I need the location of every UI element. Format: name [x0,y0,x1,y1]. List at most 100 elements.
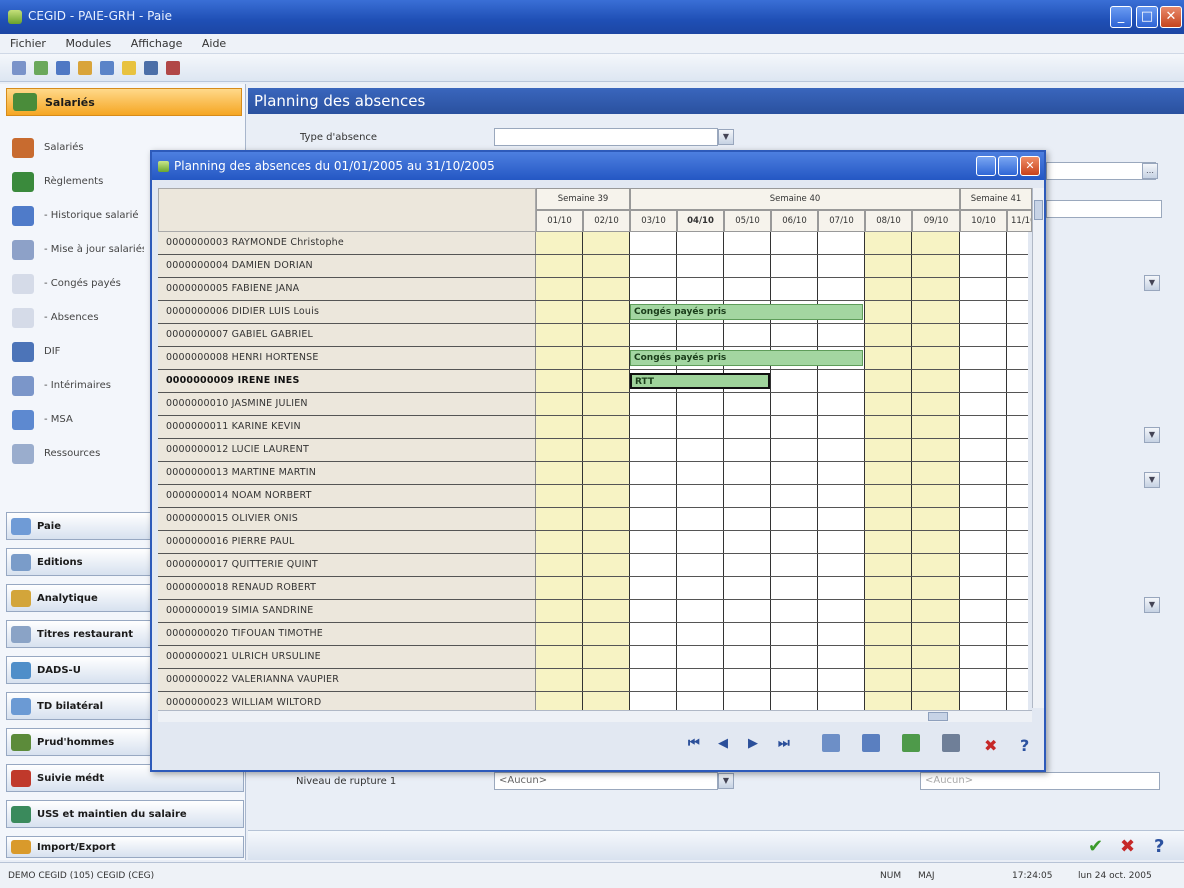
day-cell[interactable] [677,646,724,668]
day-cell[interactable] [912,485,960,507]
day-cell[interactable] [536,508,583,530]
tools-icon[interactable] [34,61,48,75]
day-cell[interactable] [960,393,1007,415]
day-cell[interactable] [960,439,1007,461]
day-cell[interactable] [818,393,865,415]
day-cell[interactable] [912,554,960,576]
day-cell[interactable] [583,554,630,576]
day-cell[interactable] [1007,623,1028,645]
day-cell[interactable] [724,462,771,484]
day-cell[interactable] [912,301,960,323]
absence-bar[interactable]: Congés payés pris [630,304,863,320]
day-cell[interactable] [630,232,677,254]
day-cell[interactable] [865,370,912,392]
day-cell[interactable] [818,577,865,599]
day-cell[interactable] [630,508,677,530]
day-cell[interactable] [818,554,865,576]
day-cell[interactable] [818,370,865,392]
menu-fichier[interactable]: Fichier [0,34,52,50]
day-cell[interactable] [818,416,865,438]
day-cell[interactable] [724,577,771,599]
day-cell[interactable] [583,278,630,300]
day-cell[interactable] [1007,600,1028,622]
day-cell[interactable] [1007,370,1028,392]
day-cell[interactable] [960,485,1007,507]
day-cell[interactable] [583,646,630,668]
day-cell[interactable] [630,439,677,461]
day-cell[interactable] [677,692,724,710]
day-cell[interactable] [583,416,630,438]
day-cell[interactable] [536,646,583,668]
day-cell[interactable] [865,577,912,599]
horizontal-scrollbar[interactable] [158,710,1032,722]
day-cell[interactable] [630,554,677,576]
day-cell[interactable] [865,531,912,553]
day-cell[interactable] [724,554,771,576]
day-cell[interactable] [865,462,912,484]
next-icon[interactable]: ▶ [748,736,758,751]
table-row[interactable]: 0000000014 NOAM NORBERT [158,485,1028,508]
day-cell[interactable] [912,393,960,415]
day-cell[interactable] [677,623,724,645]
day-cell[interactable] [912,600,960,622]
chevron-down-icon[interactable]: ▼ [1144,472,1160,488]
day-cell[interactable] [960,370,1007,392]
day-cell[interactable] [865,692,912,710]
day-cell[interactable] [536,600,583,622]
day-cell[interactable] [724,393,771,415]
day-cell[interactable] [818,462,865,484]
day-cell[interactable] [536,232,583,254]
chevron-down-icon[interactable]: ▼ [1144,427,1160,443]
day-cell[interactable] [1007,646,1028,668]
day-cell[interactable] [583,692,630,710]
day-cell[interactable] [818,623,865,645]
niveau-rupture-field[interactable]: <Aucun> [494,772,718,790]
day-cell[interactable] [536,255,583,277]
browse-icon[interactable]: … [1142,163,1158,179]
cancel-icon[interactable]: ✖ [1120,836,1135,857]
day-cell[interactable] [677,393,724,415]
day-cell[interactable] [1007,508,1028,530]
table-row[interactable]: 0000000008 HENRI HORTENSE [158,347,1028,370]
sidebar-tab-uss[interactable]: USS et maintien du salaire [6,800,244,828]
day-cell[interactable] [583,531,630,553]
day-cell[interactable] [536,347,583,369]
day-cell[interactable] [630,531,677,553]
day-cell[interactable] [677,554,724,576]
day-cell[interactable] [912,232,960,254]
day-cell[interactable] [771,531,818,553]
day-cell[interactable] [960,692,1007,710]
day-cell[interactable] [583,462,630,484]
day-cell[interactable] [1007,278,1028,300]
day-cell[interactable] [1007,669,1028,691]
day-cell[interactable] [1007,462,1028,484]
day-cell[interactable] [724,232,771,254]
export-icon[interactable] [902,734,920,752]
day-cell[interactable] [724,416,771,438]
table-row[interactable]: 0000000009 IRENE INES [158,370,1028,393]
help-icon[interactable]: ? [1020,736,1029,755]
day-cell[interactable] [865,554,912,576]
day-cell[interactable] [677,577,724,599]
day-cell[interactable] [1007,416,1028,438]
day-cell[interactable] [912,278,960,300]
day-cell[interactable] [724,669,771,691]
day-cell[interactable] [583,393,630,415]
day-cell[interactable] [583,255,630,277]
day-cell[interactable] [630,623,677,645]
day-cell[interactable] [536,324,583,346]
day-cell[interactable] [960,347,1007,369]
book-icon[interactable] [166,61,180,75]
day-cell[interactable] [960,623,1007,645]
day-cell[interactable] [865,324,912,346]
day-cell[interactable] [536,370,583,392]
table-row[interactable]: 0000000003 RAYMONDE Christophe [158,232,1028,255]
table-row[interactable]: 0000000005 FABIENE JANA [158,278,1028,301]
day-cell[interactable] [583,485,630,507]
day-cell[interactable] [865,278,912,300]
day-cell[interactable] [912,577,960,599]
day-cell[interactable] [960,416,1007,438]
day-cell[interactable] [912,462,960,484]
day-cell[interactable] [865,669,912,691]
day-cell[interactable] [630,324,677,346]
